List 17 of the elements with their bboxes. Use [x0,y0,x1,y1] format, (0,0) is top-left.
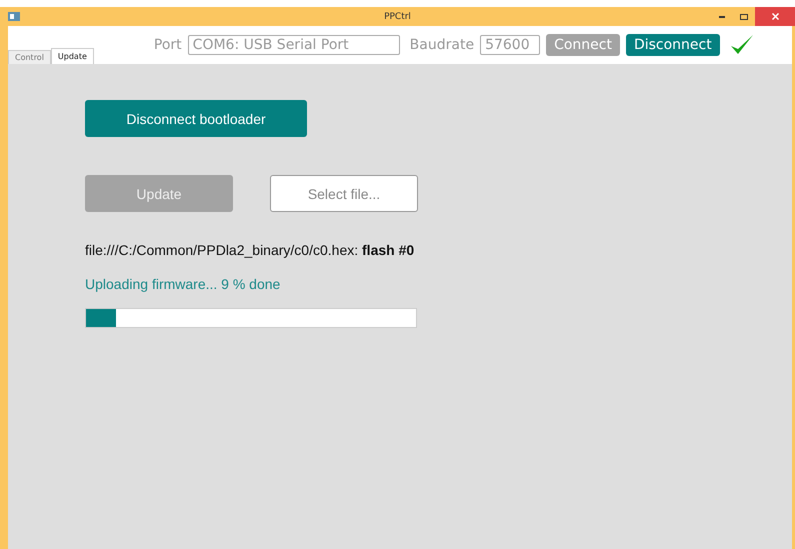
port-field[interactable]: COM6: USB Serial Port [188,35,400,55]
select-file-button[interactable]: Select file... [270,175,418,212]
close-icon [772,13,778,20]
disconnect-bootloader-button[interactable]: Disconnect bootloader [85,100,307,137]
file-path-text: file:///C:/Common/PPDla2_binary/c0/c0.hex: flash #0 [85,242,414,258]
app-icon [8,12,20,21]
status-text: Uploading firmware... 9 % done [85,276,280,292]
close-button[interactable] [755,7,795,26]
tab[interactable]: Control [8,50,51,64]
tab[interactable]: Update [50,48,94,64]
minimize-icon [719,16,725,18]
port-label: Port [154,37,182,53]
baudrate-field[interactable]: 57600 [480,35,540,55]
disconnect-button[interactable]: Disconnect [626,34,720,56]
window-title: PPCtrl [384,12,411,22]
baudrate-label: Baudrate [410,37,474,53]
maximize-icon [740,14,748,20]
